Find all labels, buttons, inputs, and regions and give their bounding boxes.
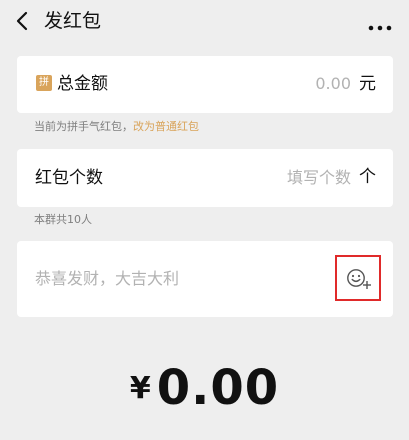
total-amount-display: ¥0.00: [0, 360, 409, 416]
back-button[interactable]: [12, 8, 34, 34]
group-size-hint: 本群共10人: [34, 213, 92, 226]
total-amount: 0.00: [156, 360, 280, 416]
packet-type-text: 当前为拼手气红包，: [34, 120, 133, 133]
count-unit: 个: [359, 167, 376, 187]
packet-type-hint: 当前为拼手气红包，改为普通红包: [34, 120, 199, 134]
more-dots-icon: [368, 25, 392, 31]
amount-input[interactable]: 0.00: [231, 72, 351, 96]
page-title: 发红包: [44, 10, 102, 32]
amount-label: 总金额: [57, 74, 108, 94]
count-card: 红包个数 填写个数 个: [17, 149, 393, 207]
count-input[interactable]: 填写个数: [231, 166, 351, 190]
amount-unit: 元: [359, 74, 376, 94]
emoji-button[interactable]: [335, 255, 381, 301]
greeting-card: 恭喜发财，大吉大利: [17, 241, 393, 317]
switch-to-normal-link[interactable]: 改为普通红包: [133, 120, 199, 133]
greeting-input[interactable]: 恭喜发财，大吉大利: [35, 266, 295, 292]
more-button[interactable]: [367, 17, 393, 31]
amount-card: 拼 总金额 0.00 元: [17, 56, 393, 113]
count-label: 红包个数: [35, 168, 103, 188]
pin-badge-icon: 拼: [36, 75, 52, 91]
top-bar: 发红包: [0, 0, 409, 42]
chevron-left-icon: [16, 11, 28, 31]
currency-symbol: ¥: [129, 371, 151, 406]
emoji-add-icon: [347, 269, 371, 289]
